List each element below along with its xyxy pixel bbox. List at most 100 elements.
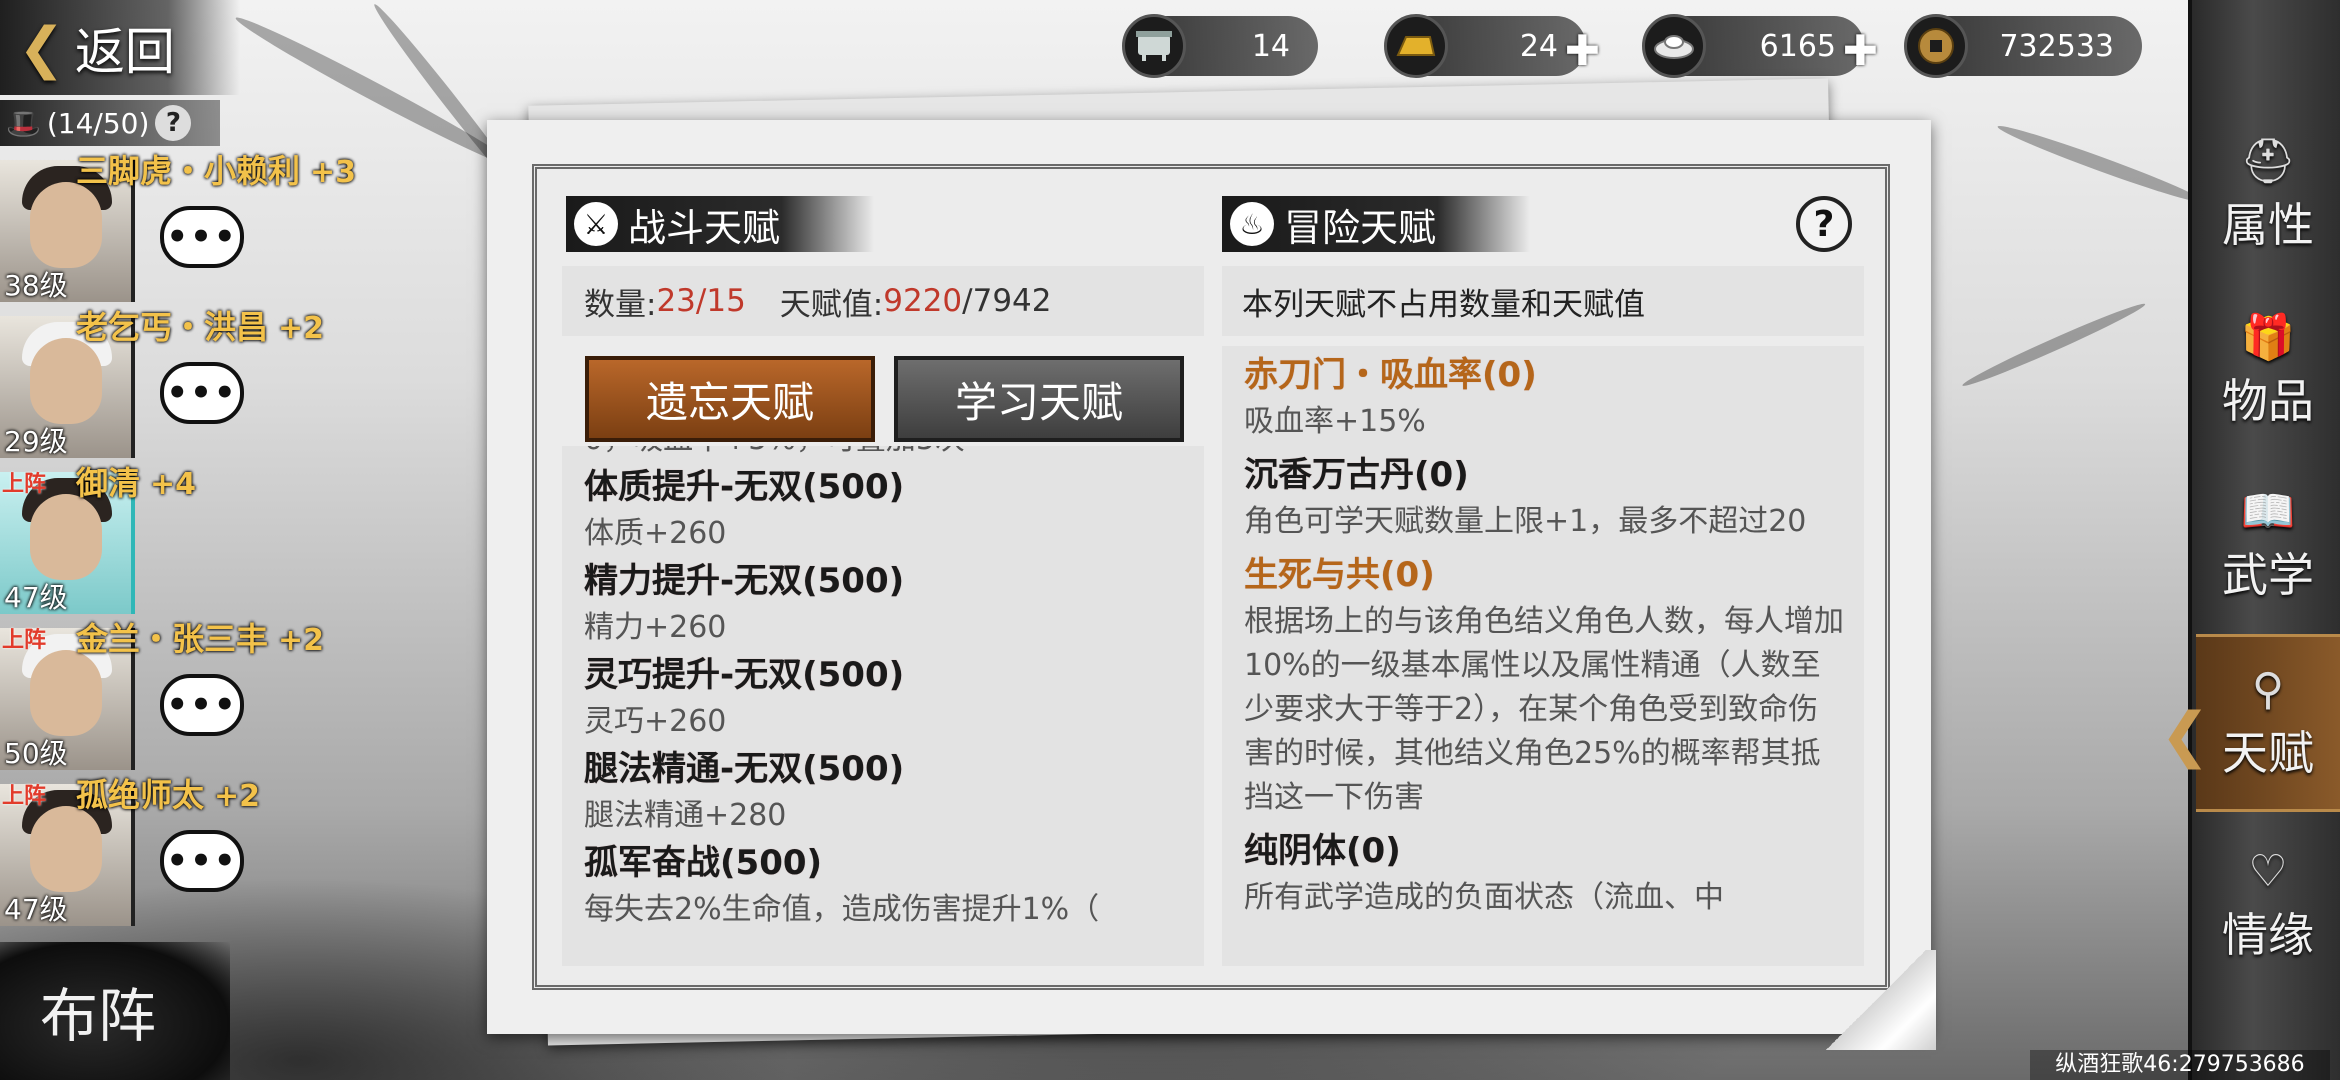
face-shape bbox=[30, 806, 102, 892]
deployed-tag: 上阵 bbox=[2, 784, 47, 809]
gift-box-icon: 🎁 bbox=[2240, 312, 2296, 363]
silver-ingot-icon bbox=[1642, 14, 1706, 78]
talent-desc: 所有武学造成的负面状态（流血、中 bbox=[1244, 880, 1724, 915]
talent-desc: 灵巧+260 bbox=[584, 704, 727, 739]
talent-desc: 角色可学天赋数量上限+1，最多不超过20 bbox=[1244, 504, 1807, 539]
nav-item-relationship[interactable]: ♡ 情缘 bbox=[2196, 830, 2340, 980]
nav-label: 武学 bbox=[2222, 548, 2314, 602]
formation-button[interactable]: 布阵 bbox=[0, 942, 230, 1080]
list-item: 精力提升-无双(500) 精力+260 bbox=[562, 556, 1204, 650]
list-item: 孤军奋战(500) 每失去2%生命值，造成伤害提升1%（ bbox=[562, 838, 1204, 932]
bond-level: +3 bbox=[310, 155, 357, 190]
roster-character[interactable]: 上阵 孤绝师太 +2 47级 ••• bbox=[0, 776, 260, 926]
hat-icon: 🎩 bbox=[6, 106, 41, 140]
add-silver-button[interactable]: ✚ bbox=[1843, 26, 1878, 75]
character-name: 御清 +4 bbox=[76, 458, 196, 504]
talent-title: 腿法精通-无双(500) bbox=[584, 749, 905, 789]
chat-bubble-icon[interactable]: ••• bbox=[160, 830, 244, 892]
chat-bubble-icon[interactable]: ••• bbox=[160, 674, 244, 736]
roster-character[interactable]: 上阵 金兰・张三丰 +2 50级 ••• bbox=[0, 620, 324, 770]
character-level: 50级 bbox=[4, 737, 68, 770]
back-button[interactable]: ❮ 返回 bbox=[18, 12, 175, 84]
help-icon[interactable]: ? bbox=[1796, 196, 1852, 252]
character-name: 三脚虎・小赖利 +3 bbox=[76, 146, 356, 192]
roster-header: 🎩 (14/50) ? bbox=[0, 100, 220, 146]
roster-character-selected[interactable]: 上阵 御清 +4 47级 bbox=[0, 464, 196, 614]
nav-item-talent[interactable]: ⚲ 天赋 bbox=[2196, 634, 2340, 812]
nav-label: 物品 bbox=[2222, 374, 2314, 428]
talent-desc: 精力+260 bbox=[584, 610, 727, 645]
count-label: 数量: bbox=[584, 286, 657, 323]
count-max: /15 bbox=[695, 283, 746, 319]
forget-talent-button[interactable]: 遗忘天赋 bbox=[585, 356, 875, 442]
talent-desc: 根据场上的与该角色结义角色人数，每人增加10%的一级基本属性以及属性精通（人数至… bbox=[1244, 604, 1844, 815]
currency-value: 6165 bbox=[1759, 28, 1836, 64]
currency-copper: 732533 bbox=[1904, 14, 2142, 78]
combat-talent-header: ⚔ 战斗天赋 bbox=[566, 196, 874, 252]
talent-desc: 体质+260 bbox=[584, 516, 727, 551]
roster-character[interactable]: 三脚虎・小赖利 +3 38级 ••• bbox=[0, 152, 356, 302]
talent-title: 生死与共(0) bbox=[1244, 555, 1435, 595]
character-level: 47级 bbox=[4, 581, 68, 614]
face-shape bbox=[30, 338, 102, 424]
formation-label: 布阵 bbox=[40, 982, 157, 1050]
bond-level: +2 bbox=[214, 779, 261, 814]
character-name: 孤绝师太 +2 bbox=[76, 770, 260, 816]
talent-tree-icon: ⚲ bbox=[2251, 663, 2285, 715]
character-level: 38级 bbox=[4, 269, 68, 302]
list-item: 生死与共(0) 根据场上的与该角色结义角色人数，每人增加10%的一级基本属性以及… bbox=[1222, 550, 1864, 820]
gold-ingot-icon bbox=[1384, 14, 1448, 78]
character-name: 老乞丐・洪昌 +2 bbox=[76, 302, 324, 348]
roster-count: (14/50) bbox=[46, 106, 150, 140]
deployed-tag: 上阵 bbox=[2, 472, 47, 497]
bond-level: +2 bbox=[278, 311, 325, 346]
talent-desc: 每失去2%生命值，造成伤害提升1%（ bbox=[584, 892, 1100, 927]
nav-item-attributes[interactable]: ⛑ 属性 bbox=[2196, 120, 2340, 270]
nav-label: 天赋 bbox=[2222, 725, 2314, 780]
adventure-talent-header: ♨ 冒险天赋 bbox=[1222, 196, 1530, 252]
adventure-note: 本列天赋不占用数量和天赋值 bbox=[1222, 266, 1864, 336]
copper-coin-icon bbox=[1904, 14, 1968, 78]
combat-talent-list[interactable]: 0，吸血率+5%，可叠加5次 体质提升-无双(500) 体质+260 精力提升-… bbox=[562, 446, 1204, 966]
page-curl-decoration bbox=[1816, 950, 1936, 1050]
cauldron-icon bbox=[1122, 14, 1186, 78]
flame-emblem-icon: ♨ bbox=[1230, 202, 1274, 246]
nav-item-items[interactable]: 🎁 物品 bbox=[2196, 296, 2340, 446]
book-icon: 📖 bbox=[2240, 486, 2296, 537]
character-name: 金兰・张三丰 +2 bbox=[76, 614, 324, 660]
name-text: 金兰・张三丰 bbox=[76, 620, 269, 658]
talent-title: 体质提升-无双(500) bbox=[584, 467, 905, 507]
chat-bubble-icon[interactable]: ••• bbox=[160, 362, 244, 424]
name-text: 三脚虎・小赖利 bbox=[76, 152, 301, 190]
currency-value: 732533 bbox=[1999, 28, 2114, 64]
help-icon[interactable]: ? bbox=[155, 105, 192, 141]
currency-value: 14 bbox=[1251, 28, 1290, 64]
combat-stats: 数量: 23 /15 天赋值: 9220 /7942 bbox=[562, 266, 1204, 336]
list-item: 腿法精通-无双(500) 腿法精通+280 bbox=[562, 744, 1204, 838]
add-gold-button[interactable]: ✚ bbox=[1565, 26, 1600, 75]
currency-gold: 24 ✚ bbox=[1384, 14, 1600, 78]
helmet-icon: ⛑ bbox=[2240, 136, 2296, 187]
adventure-talent-list[interactable]: 赤刀门・吸血率(0) 吸血率+15% 沉香万古丹(0) 角色可学天赋数量上限+1… bbox=[1222, 346, 1864, 966]
character-level: 29级 bbox=[4, 425, 68, 458]
chat-bubble-icon[interactable]: ••• bbox=[160, 206, 244, 268]
face-shape bbox=[30, 494, 102, 580]
roster-character[interactable]: 老乞丐・洪昌 +2 29级 ••• bbox=[0, 308, 324, 458]
learn-talent-button[interactable]: 学习天赋 bbox=[894, 356, 1184, 442]
deployed-tag: 上阵 bbox=[2, 628, 47, 653]
list-item: 灵巧提升-无双(500) 灵巧+260 bbox=[562, 650, 1204, 744]
talent-value-label: 天赋值: bbox=[779, 286, 884, 323]
face-shape bbox=[30, 182, 102, 268]
talent-title: 纯阴体(0) bbox=[1244, 831, 1401, 871]
list-item: 赤刀门・吸血率(0) 吸血率+15% bbox=[1222, 350, 1864, 444]
bond-level: +2 bbox=[278, 623, 325, 658]
talent-title: 精力提升-无双(500) bbox=[584, 561, 905, 601]
combat-emblem-icon: ⚔ bbox=[574, 202, 618, 246]
talent-title: 灵巧提升-无双(500) bbox=[584, 655, 905, 695]
name-text: 孤绝师太 bbox=[76, 776, 205, 814]
chevron-left-icon: ❮ bbox=[18, 15, 65, 81]
nav-label: 情缘 bbox=[2222, 907, 2314, 962]
heart-icon: ♡ bbox=[2248, 845, 2288, 897]
nav-item-martial-arts[interactable]: 📖 武学 bbox=[2196, 470, 2340, 620]
talent-desc: 吸血率+15% bbox=[1244, 404, 1426, 439]
